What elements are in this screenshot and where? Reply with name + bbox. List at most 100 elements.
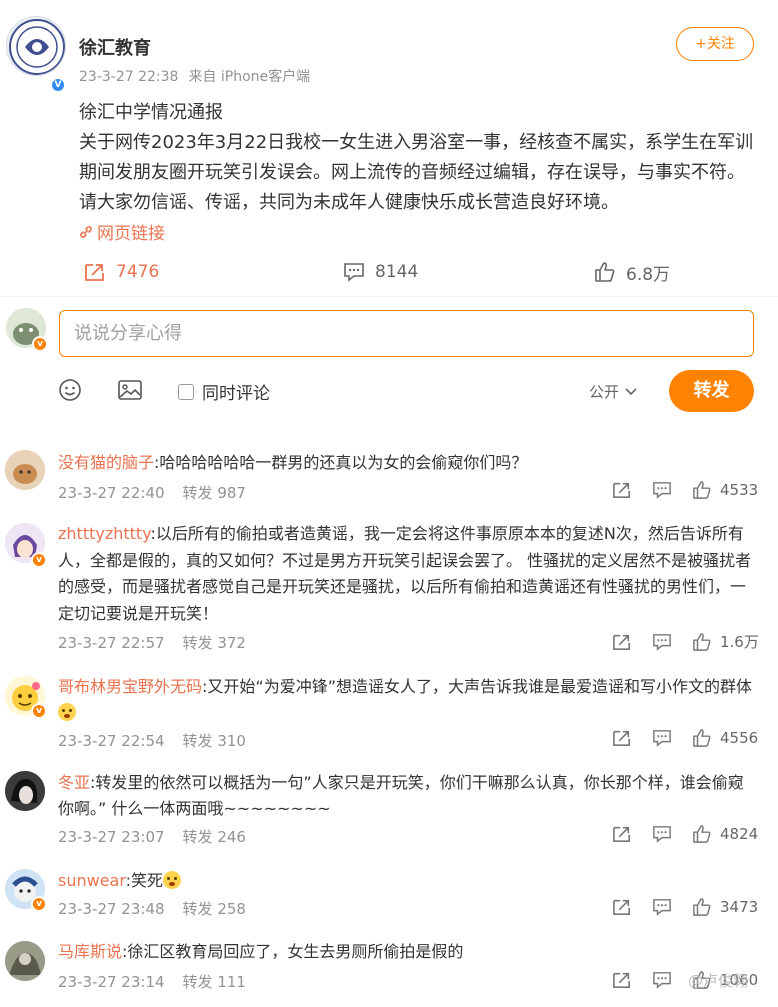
comment-user[interactable]: 没有猫的脑子 bbox=[58, 453, 154, 472]
comment-share-button[interactable] bbox=[612, 481, 632, 499]
comment-time: 23-3-27 23:48 bbox=[58, 900, 165, 918]
repost-count-button[interactable]: 7476 bbox=[84, 258, 159, 286]
weibo-post: V 徐汇教育 23-3-27 22:38 来自 iPhone客户端 +关注 徐汇中… bbox=[0, 0, 778, 296]
author-avatar[interactable] bbox=[6, 16, 66, 76]
repost-icon bbox=[613, 730, 631, 747]
post-time[interactable]: 23-3-27 22:38 bbox=[79, 69, 178, 85]
comment-actions: 1.6万 bbox=[612, 631, 759, 652]
comment-meta: 23-3-27 22:40 转发 987 bbox=[58, 482, 246, 503]
post-source: 来自 iPhone客户端 bbox=[188, 69, 311, 85]
comment-content: :转发里的依然可以概括为一句”人家只是开玩笑，你们干嘛那么认真，你长那个样，谁会… bbox=[58, 773, 744, 818]
follow-button[interactable]: +关注 bbox=[676, 27, 754, 61]
comment-content: :笑死 bbox=[125, 871, 164, 890]
verified-badge-icon: V bbox=[50, 77, 66, 93]
comment-user[interactable]: sunwear bbox=[58, 871, 126, 890]
comment-icon bbox=[653, 633, 671, 651]
web-link-label: 网页链接 bbox=[97, 224, 165, 244]
repost-submit-button[interactable]: 转发 bbox=[669, 370, 754, 412]
comment-share-button[interactable] bbox=[612, 971, 632, 989]
avatar-image-icon bbox=[5, 450, 45, 490]
web-link[interactable]: 网页链接 bbox=[79, 219, 165, 244]
comment-count: 8144 bbox=[375, 262, 419, 282]
comment-time: 23-3-27 22:57 bbox=[58, 634, 165, 652]
comment-share-button[interactable] bbox=[612, 729, 632, 747]
image-icon bbox=[118, 380, 142, 400]
author-name[interactable]: 徐汇教育 bbox=[79, 34, 151, 60]
comment-icon bbox=[653, 482, 671, 499]
comment-like-count: 4533 bbox=[720, 481, 759, 499]
comment-like-count: 3473 bbox=[720, 898, 759, 916]
comment-repost[interactable]: 转发 111 bbox=[183, 973, 246, 991]
divider bbox=[0, 296, 778, 297]
comment-time: 23-3-27 22:40 bbox=[58, 484, 165, 502]
sync-comment-label: 同时评论 bbox=[202, 384, 270, 404]
comment-repost[interactable]: 转发 987 bbox=[183, 484, 246, 502]
comment-time: 23-3-27 23:07 bbox=[58, 828, 165, 846]
repost-icon bbox=[613, 826, 631, 843]
comment-user[interactable]: 马库斯说 bbox=[58, 942, 122, 961]
comment-like-button[interactable]: 1.6万 bbox=[692, 631, 759, 652]
commenter-avatar[interactable] bbox=[5, 941, 45, 981]
post-meta: 23-3-27 22:38 来自 iPhone客户端 bbox=[79, 66, 320, 86]
post-text: 徐汇中学情况通报 关于网传2023年3月22日我校一女生进入男浴室一事，经核查不… bbox=[79, 98, 761, 218]
commenter-avatar[interactable] bbox=[5, 450, 45, 490]
thumbs-up-icon bbox=[693, 481, 711, 499]
repost-icon bbox=[85, 264, 104, 281]
commenter-avatar[interactable] bbox=[5, 771, 45, 811]
comment-count-button[interactable]: 8144 bbox=[343, 258, 418, 286]
comment-meta: 23-3-27 23:48 转发 258 bbox=[58, 898, 246, 919]
comment-repost[interactable]: 转发 372 bbox=[183, 634, 246, 652]
comment-text: 冬亚:转发里的依然可以概括为一句”人家只是开玩笑，你们干嘛那么认真，你长那个样，… bbox=[58, 770, 758, 822]
thumbs-up-icon bbox=[693, 729, 711, 747]
comment-reply-button[interactable] bbox=[652, 729, 672, 747]
comment-content: :又开始“为爱冲锋”想造谣女人了，大声告诉我谁是最爱造谣和写小作文的群体 bbox=[202, 677, 752, 696]
comment-reply-button[interactable] bbox=[652, 825, 672, 843]
comment-reply-button[interactable] bbox=[652, 898, 672, 916]
comment-repost[interactable]: 转发 246 bbox=[183, 828, 246, 846]
visibility-dropdown[interactable]: 公开 bbox=[589, 381, 637, 402]
comment-user[interactable]: zhtttyzhttty bbox=[58, 524, 151, 543]
comment-like-button[interactable]: 4533 bbox=[692, 481, 758, 499]
watermark: @卢俊翱 bbox=[688, 972, 749, 990]
comment-like-button[interactable]: 4556 bbox=[692, 729, 758, 747]
comment-share-button[interactable] bbox=[612, 825, 632, 843]
repost-count: 7476 bbox=[116, 262, 160, 282]
comment-reply-button[interactable] bbox=[652, 971, 672, 989]
comment-reply-button[interactable] bbox=[652, 633, 672, 651]
like-count-button[interactable]: 6.8万 bbox=[594, 258, 670, 286]
comment-share-button[interactable] bbox=[612, 898, 632, 916]
comment-text: 哥布林男宝野外无码:又开始“为爱冲锋”想造谣女人了，大声告诉我谁是最爱造谣和写小… bbox=[58, 674, 758, 726]
repost-comment-input[interactable]: 说说分享心得 bbox=[59, 310, 754, 357]
comment-icon bbox=[653, 972, 671, 989]
emoji-button[interactable] bbox=[58, 378, 82, 406]
comment-like-count: 4556 bbox=[720, 729, 759, 747]
comment-repost[interactable]: 转发 258 bbox=[183, 900, 246, 918]
comment-content: :哈哈哈哈哈哈一群男的还真以为女的会偷窥你们吗？ bbox=[154, 453, 528, 472]
thumbs-up-icon bbox=[693, 825, 711, 843]
member-badge-icon: v bbox=[31, 896, 47, 912]
comment-meta: 23-3-27 22:54 转发 310 bbox=[58, 730, 246, 751]
chevron-down-icon bbox=[625, 387, 637, 395]
repost-icon bbox=[613, 482, 631, 499]
comment-share-button[interactable] bbox=[612, 633, 632, 651]
comment-like-button[interactable]: 4824 bbox=[692, 825, 758, 843]
comment-like-button[interactable]: 3473 bbox=[692, 898, 758, 916]
comment-like-count: 1.6万 bbox=[720, 633, 759, 651]
member-badge-icon: v bbox=[31, 703, 47, 719]
comment-like-count: 4824 bbox=[720, 825, 759, 843]
thumbs-up-icon bbox=[693, 898, 711, 916]
visibility-label: 公开 bbox=[589, 383, 620, 401]
thumbs-up-icon bbox=[595, 262, 615, 282]
comment-user[interactable]: 冬亚 bbox=[58, 773, 90, 792]
school-logo-icon bbox=[9, 19, 65, 75]
comment-repost[interactable]: 转发 310 bbox=[183, 732, 246, 750]
image-button[interactable] bbox=[117, 378, 143, 406]
post-paragraph: 关于网传2023年3月22日我校一女生进入男浴室一事，经核查不属实，系学生在军训… bbox=[79, 132, 754, 213]
comment-reply-button[interactable] bbox=[652, 481, 672, 499]
comment-text: 马库斯说:徐汇区教育局回应了，女生去男厕所偷拍是假的 bbox=[58, 939, 758, 965]
comment-icon bbox=[653, 730, 671, 747]
comment-icon bbox=[653, 826, 671, 843]
comment-text: zhtttyzhttty:以后所有的偷拍或者造黄谣，我一定会将这件事原原本本的复… bbox=[58, 521, 758, 627]
sync-comment-checkbox[interactable]: 同时评论 bbox=[178, 379, 270, 404]
comment-user[interactable]: 哥布林男宝野外无码 bbox=[58, 677, 202, 696]
